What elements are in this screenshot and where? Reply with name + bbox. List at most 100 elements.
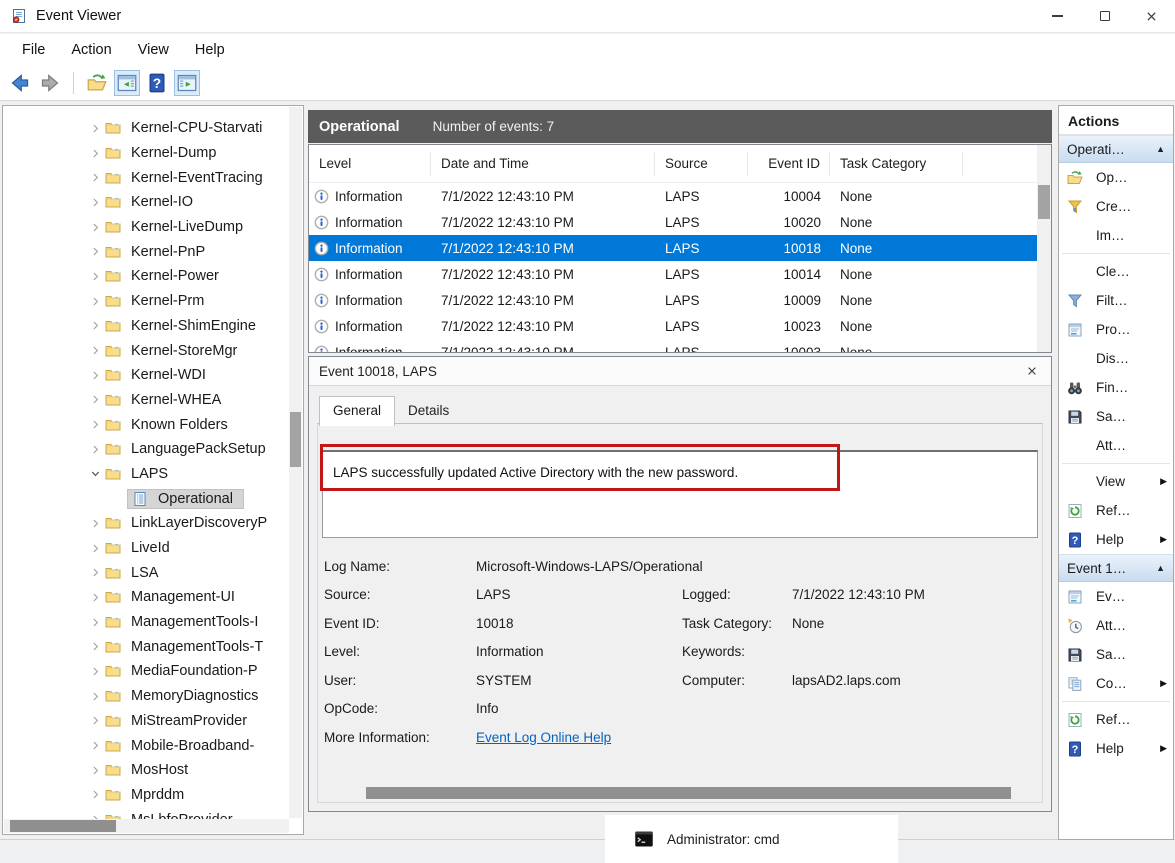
column-header-event-id[interactable]: Event ID	[748, 152, 830, 176]
action-dis[interactable]: Dis…	[1059, 344, 1173, 373]
chevron-right-icon[interactable]	[87, 343, 103, 359]
chevron-right-icon[interactable]	[87, 293, 103, 309]
tree-item-laps[interactable]: LAPS	[3, 462, 289, 487]
tree-vertical-scrollbar[interactable]	[289, 107, 302, 818]
column-header-date-and-time[interactable]: Date and Time	[431, 152, 655, 176]
action-im[interactable]: Im…	[1059, 221, 1173, 250]
action-sa[interactable]: Sa…	[1059, 640, 1173, 669]
tree-item-lsa[interactable]: LSA	[3, 560, 289, 585]
tree-item-kernel-power[interactable]: Kernel-Power	[3, 264, 289, 289]
tree-item-liveid[interactable]: LiveId	[3, 536, 289, 561]
tree-item-mobile-broadband[interactable]: Mobile-Broadband-	[3, 733, 289, 758]
event-list-scrollbar[interactable]	[1037, 145, 1051, 352]
tree-item-management-ui[interactable]: Management-UI	[3, 585, 289, 610]
details-close-button[interactable]	[1023, 362, 1041, 380]
chevron-right-icon[interactable]	[87, 812, 103, 819]
tree-item-kernel-pnp[interactable]: Kernel-PnP	[3, 239, 289, 264]
action-ref[interactable]: Ref…	[1059, 496, 1173, 525]
tree-horizontal-scrollbar[interactable]	[4, 819, 289, 833]
menu-action[interactable]: Action	[58, 37, 124, 63]
tree-item-kernel-shimengine[interactable]: Kernel-ShimEngine	[3, 314, 289, 339]
actions-section-header-event-1[interactable]: Event 1…▲	[1059, 554, 1173, 582]
chevron-down-icon[interactable]	[87, 466, 103, 482]
chevron-right-icon[interactable]	[87, 318, 103, 334]
collapse-caret-icon[interactable]: ▲	[1156, 563, 1165, 573]
chevron-right-icon[interactable]	[87, 738, 103, 754]
tree-item-kernel-prm[interactable]: Kernel-Prm	[3, 289, 289, 314]
tree-item-mistreamprovider[interactable]: MiStreamProvider	[3, 709, 289, 734]
action-ev[interactable]: Ev…	[1059, 582, 1173, 611]
chevron-right-icon[interactable]	[87, 688, 103, 704]
menu-file[interactable]: File	[9, 37, 58, 63]
action-ref[interactable]: Ref…	[1059, 705, 1173, 734]
column-header-task-category[interactable]: Task Category	[830, 152, 963, 176]
action-att[interactable]: Att…	[1059, 431, 1173, 460]
action-fin[interactable]: Fin…	[1059, 373, 1173, 402]
tree-item-kernel-io[interactable]: Kernel-IO	[3, 190, 289, 215]
event-log-online-help-link[interactable]: Event Log Online Help	[476, 730, 611, 745]
chevron-right-icon[interactable]	[87, 787, 103, 803]
menu-help[interactable]: Help	[182, 37, 238, 63]
chevron-right-icon[interactable]	[87, 441, 103, 457]
event-row-10003[interactable]: Information7/1/2022 12:43:10 PMLAPS10003…	[309, 339, 1037, 353]
tab-general[interactable]: General	[319, 396, 395, 426]
minimize-button[interactable]	[1034, 0, 1081, 32]
tree-item-kernel-whea[interactable]: Kernel-WHEA	[3, 388, 289, 413]
menu-view[interactable]: View	[125, 37, 182, 63]
open-saved-log-button[interactable]	[84, 70, 110, 96]
show-console-tree-button[interactable]	[114, 70, 140, 96]
chevron-right-icon[interactable]	[87, 417, 103, 433]
chevron-right-icon[interactable]	[87, 540, 103, 556]
tree-item-linklayerdiscoveryp[interactable]: LinkLayerDiscoveryP	[3, 511, 289, 536]
column-header-level[interactable]: Level	[309, 152, 431, 176]
chevron-right-icon[interactable]	[87, 145, 103, 161]
collapse-caret-icon[interactable]: ▲	[1156, 144, 1165, 154]
taskbar-preview[interactable]: Administrator: cmd	[605, 815, 898, 863]
tree-item-managementtools-t[interactable]: ManagementTools-T	[3, 634, 289, 659]
chevron-right-icon[interactable]	[87, 194, 103, 210]
tree-item-kernel-eventtracing[interactable]: Kernel-EventTracing	[3, 165, 289, 190]
chevron-right-icon[interactable]	[87, 589, 103, 605]
tree-item-mslbfoprovider[interactable]: MsLbfoProvider	[3, 807, 289, 819]
tree-item-managementtools-i[interactable]: ManagementTools-I	[3, 610, 289, 635]
action-view[interactable]: View▶	[1059, 467, 1173, 496]
tree-item-kernel-livedump[interactable]: Kernel-LiveDump	[3, 215, 289, 240]
tree-item-moshost[interactable]: MosHost	[3, 758, 289, 783]
event-row-10014[interactable]: Information7/1/2022 12:43:10 PMLAPS10014…	[309, 261, 1037, 287]
event-row-10018[interactable]: Information7/1/2022 12:43:10 PMLAPS10018…	[309, 235, 1037, 261]
action-help[interactable]: ?Help▶	[1059, 734, 1173, 763]
action-help[interactable]: ?Help▶	[1059, 525, 1173, 554]
actions-section-header-operati[interactable]: Operati…▲	[1059, 135, 1173, 163]
chevron-right-icon[interactable]	[87, 268, 103, 284]
chevron-right-icon[interactable]	[87, 614, 103, 630]
field-value-more-information[interactable]: Event Log Online Help	[476, 730, 682, 745]
action-pro[interactable]: Pro…	[1059, 315, 1173, 344]
action-cre[interactable]: Cre…	[1059, 192, 1173, 221]
details-hscroll-thumb[interactable]	[366, 787, 1011, 799]
chevron-right-icon[interactable]	[87, 392, 103, 408]
chevron-right-icon[interactable]	[87, 219, 103, 235]
event-row-10020[interactable]: Information7/1/2022 12:43:10 PMLAPS10020…	[309, 209, 1037, 235]
event-row-10023[interactable]: Information7/1/2022 12:43:10 PMLAPS10023…	[309, 313, 1037, 339]
tab-details[interactable]: Details	[395, 396, 462, 425]
chevron-right-icon[interactable]	[87, 663, 103, 679]
event-row-10004[interactable]: Information7/1/2022 12:43:10 PMLAPS10004…	[309, 183, 1037, 209]
action-filt[interactable]: Filt…	[1059, 286, 1173, 315]
tree-item-kernel-wdi[interactable]: Kernel-WDI	[3, 363, 289, 388]
tree-item-kernel-dump[interactable]: Kernel-Dump	[3, 141, 289, 166]
tree-item-mprddm[interactable]: Mprddm	[3, 783, 289, 808]
show-action-pane-button[interactable]	[174, 70, 200, 96]
tree-item-mediafoundation-p[interactable]: MediaFoundation-P	[3, 659, 289, 684]
tree-vscroll-thumb[interactable]	[290, 412, 301, 467]
help-button[interactable]: ?	[144, 70, 170, 96]
chevron-right-icon[interactable]	[87, 120, 103, 136]
chevron-right-icon[interactable]	[87, 762, 103, 778]
action-att[interactable]: Att…	[1059, 611, 1173, 640]
action-co[interactable]: Co…▶	[1059, 669, 1173, 698]
forward-button[interactable]	[37, 70, 63, 96]
chevron-right-icon[interactable]	[87, 367, 103, 383]
chevron-right-icon[interactable]	[87, 244, 103, 260]
action-op[interactable]: Op…	[1059, 163, 1173, 192]
tree-item-kernel-cpu-starvati[interactable]: Kernel-CPU-Starvati	[3, 116, 289, 141]
chevron-right-icon[interactable]	[87, 515, 103, 531]
